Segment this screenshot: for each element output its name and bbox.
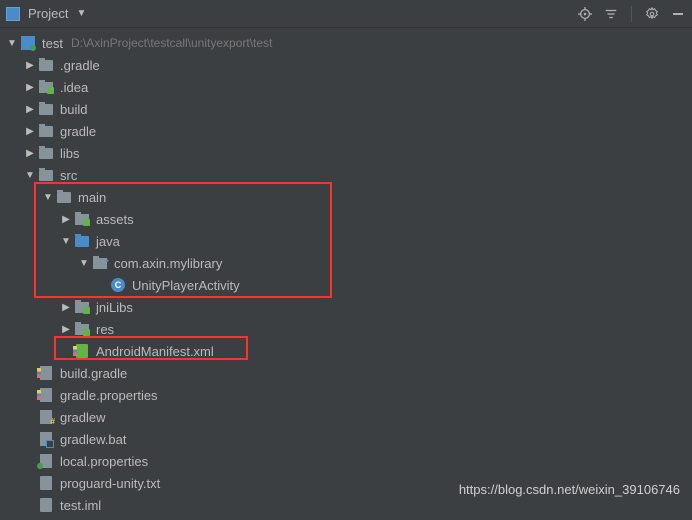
properties-file-icon xyxy=(40,454,52,468)
iml-file-icon xyxy=(40,498,52,512)
item-label: java xyxy=(96,234,120,249)
expand-icon[interactable] xyxy=(78,258,90,269)
item-label: build xyxy=(60,102,87,117)
item-label: .idea xyxy=(60,80,88,95)
tree-item-assets-dir[interactable]: assets xyxy=(0,208,692,230)
folder-icon xyxy=(75,214,89,225)
java-folder-icon xyxy=(75,236,89,247)
header-left[interactable]: Project ▼ xyxy=(6,6,86,21)
expand-icon[interactable] xyxy=(24,60,36,71)
folder-icon xyxy=(39,148,53,159)
expand-icon[interactable] xyxy=(60,236,72,247)
folder-icon xyxy=(75,302,89,313)
item-label: jniLibs xyxy=(96,300,133,315)
tree-item-gradle-dir[interactable]: .gradle xyxy=(0,54,692,76)
expand-icon[interactable] xyxy=(24,82,36,93)
xml-file-icon xyxy=(76,344,88,358)
tree-item-class[interactable]: ▶ C UnityPlayerActivity xyxy=(0,274,692,296)
locate-icon[interactable] xyxy=(577,6,593,22)
tree-item-jnilibs-dir[interactable]: jniLibs xyxy=(0,296,692,318)
project-tree: test D:\AxinProject\testcall\unityexport… xyxy=(0,28,692,520)
tree-item-main-dir[interactable]: main xyxy=(0,186,692,208)
item-label: proguard-unity.txt xyxy=(60,476,160,491)
expand-icon[interactable] xyxy=(24,170,36,181)
tree-item-libs-dir[interactable]: libs xyxy=(0,142,692,164)
expand-icon[interactable] xyxy=(24,126,36,137)
item-label: assets xyxy=(96,212,134,227)
project-title: Project xyxy=(28,6,68,21)
project-window-icon xyxy=(6,7,20,21)
tree-item-package[interactable]: com.axin.mylibrary xyxy=(0,252,692,274)
tree-item-gradle-dir2[interactable]: gradle xyxy=(0,120,692,142)
dropdown-arrow-icon: ▼ xyxy=(76,8,86,19)
toolbar-divider xyxy=(631,6,632,22)
folder-icon xyxy=(39,104,53,115)
item-label: res xyxy=(96,322,114,337)
tree-item-src-dir[interactable]: src xyxy=(0,164,692,186)
root-name: test xyxy=(42,36,63,51)
folder-icon xyxy=(39,126,53,137)
gradle-file-icon xyxy=(40,366,52,380)
item-label: src xyxy=(60,168,77,183)
expand-icon[interactable] xyxy=(60,324,72,335)
folder-icon xyxy=(75,324,89,335)
tree-item-gradlew[interactable]: ▶ gradlew xyxy=(0,406,692,428)
expand-icon[interactable] xyxy=(60,214,72,225)
item-label: main xyxy=(78,190,106,205)
tree-item-build-dir[interactable]: build xyxy=(0,98,692,120)
module-icon xyxy=(21,36,35,50)
expand-icon[interactable] xyxy=(42,192,54,203)
item-label: test.iml xyxy=(60,498,101,513)
item-label: UnityPlayerActivity xyxy=(132,278,240,293)
item-label: gradle xyxy=(60,124,96,139)
tree-root-module[interactable]: test D:\AxinProject\testcall\unityexport… xyxy=(0,32,692,54)
gear-icon[interactable] xyxy=(644,6,660,22)
item-label: gradlew xyxy=(60,410,106,425)
item-label: .gradle xyxy=(60,58,100,73)
hide-icon[interactable] xyxy=(670,6,686,22)
item-label: com.axin.mylibrary xyxy=(114,256,222,271)
shell-script-icon xyxy=(40,410,52,424)
batch-file-icon xyxy=(40,432,52,446)
root-path: D:\AxinProject\testcall\unityexport\test xyxy=(71,36,272,50)
class-icon: C xyxy=(111,278,125,292)
expand-icon[interactable] xyxy=(60,302,72,313)
folder-icon xyxy=(39,82,53,93)
folder-icon xyxy=(39,170,53,181)
item-label: libs xyxy=(60,146,80,161)
tree-item-java-dir[interactable]: java xyxy=(0,230,692,252)
project-header: Project ▼ xyxy=(0,0,692,28)
tree-item-res-dir[interactable]: res xyxy=(0,318,692,340)
folder-icon xyxy=(57,192,71,203)
tree-item-idea-dir[interactable]: .idea xyxy=(0,76,692,98)
tree-item-gradlew-bat[interactable]: ▶ gradlew.bat xyxy=(0,428,692,450)
expand-icon[interactable] xyxy=(24,104,36,115)
item-label: build.gradle xyxy=(60,366,127,381)
properties-file-icon xyxy=(40,388,52,402)
item-label: AndroidManifest.xml xyxy=(96,344,214,359)
package-icon xyxy=(93,258,107,269)
expand-icon[interactable] xyxy=(24,148,36,159)
expand-icon[interactable] xyxy=(6,38,18,49)
item-label: local.properties xyxy=(60,454,148,469)
tree-item-manifest[interactable]: ▶ AndroidManifest.xml xyxy=(0,340,692,362)
item-label: gradle.properties xyxy=(60,388,158,403)
text-file-icon xyxy=(40,476,52,490)
collapse-icon[interactable] xyxy=(603,6,619,22)
item-label: gradlew.bat xyxy=(60,432,127,447)
header-toolbar xyxy=(577,6,686,22)
tree-item-build-gradle[interactable]: ▶ build.gradle xyxy=(0,362,692,384)
tree-item-gradle-props[interactable]: ▶ gradle.properties xyxy=(0,384,692,406)
watermark-text: https://blog.csdn.net/weixin_39106746 xyxy=(459,482,680,497)
tree-item-local-props[interactable]: ▶ local.properties xyxy=(0,450,692,472)
tree-item-test-iml[interactable]: ▶ test.iml xyxy=(0,494,692,516)
folder-icon xyxy=(39,60,53,71)
